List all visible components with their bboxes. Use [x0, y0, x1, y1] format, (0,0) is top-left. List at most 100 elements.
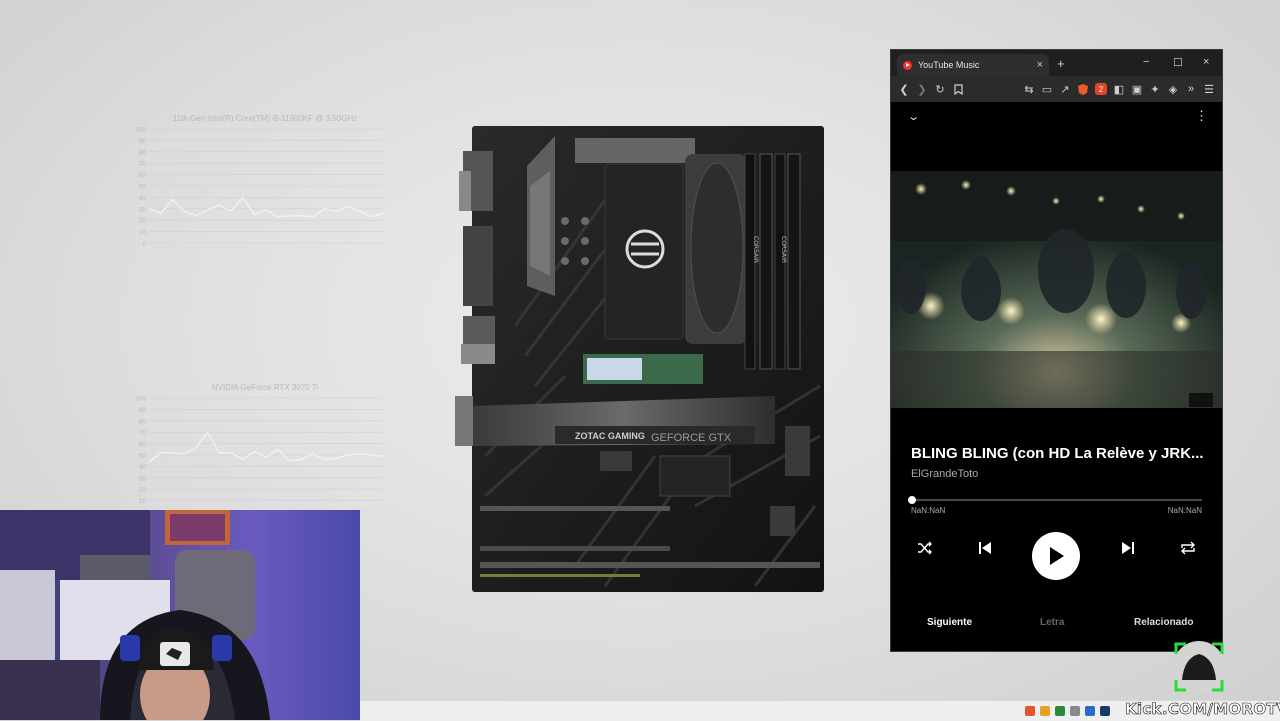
progress-handle[interactable]	[908, 496, 916, 504]
gpu-data-point	[230, 452, 232, 454]
gpu-data-point	[195, 447, 197, 449]
app-taskbar-icon[interactable]	[1055, 706, 1065, 716]
tab-siguiente[interactable]: Siguiente	[927, 617, 972, 628]
cpu-data-point	[242, 196, 244, 198]
gpu-data-point	[277, 448, 279, 450]
site-settings-icon[interactable]: ⇆	[1020, 80, 1038, 98]
webcam-feed	[0, 510, 360, 720]
kick-watermark: Kick.COM/MOROTVV	[1125, 700, 1280, 719]
cpu-y-tick-label: 100	[135, 127, 146, 134]
cpu-data-point	[265, 209, 267, 211]
leo-icon[interactable]: ✦	[1146, 80, 1164, 98]
previous-track-icon[interactable]	[973, 536, 997, 560]
gpu-y-tick-label: 30	[139, 475, 147, 482]
chevron-down-icon[interactable]: ⌄	[907, 110, 920, 123]
cpu-data-point	[160, 212, 162, 214]
gpu-y-tick-label: 10	[139, 498, 147, 505]
share-icon[interactable]: ↗	[1056, 80, 1074, 98]
gpu-brand-label: ZOTAC GAMING	[575, 431, 645, 441]
cpu-data-point	[370, 216, 372, 218]
forward-icon[interactable]: ❯	[913, 80, 931, 98]
settings-taskbar-icon[interactable]	[1070, 706, 1080, 716]
cpu-data-point	[253, 213, 255, 216]
gpu-data-point	[218, 452, 220, 454]
gpu-data-point	[183, 453, 185, 455]
cpu-data-point	[312, 216, 314, 218]
folder-taskbar-icon[interactable]	[1040, 706, 1050, 716]
steam-taskbar-icon[interactable]	[1100, 706, 1110, 716]
more-options-icon[interactable]: ⋮	[1195, 108, 1208, 124]
cpu-data-point	[171, 199, 173, 201]
streamer-avatar-overlay	[1173, 641, 1225, 693]
gpu-data-point	[253, 450, 255, 453]
gpu-data-point	[242, 458, 244, 461]
ram-label-1: CORSAIR	[752, 236, 759, 263]
cpu-y-tick-label: 40	[139, 195, 147, 202]
cpu-data-point	[347, 205, 349, 208]
gpu-data-point	[370, 454, 372, 456]
gpu-data-point	[160, 452, 162, 454]
gpu-data-point	[312, 453, 314, 455]
back-icon[interactable]: ❮	[895, 80, 913, 98]
cpu-y-tick-label: 60	[139, 172, 147, 179]
cast-icon[interactable]: ▭	[1038, 80, 1056, 98]
wallet-icon[interactable]: ▣	[1128, 80, 1146, 98]
brave-shield-icon[interactable]	[1074, 80, 1092, 98]
cpu-y-tick-label: 80	[139, 149, 147, 156]
progress-bar[interactable]	[911, 499, 1202, 501]
vpn-icon[interactable]: ◈	[1164, 80, 1182, 98]
sidebar-icon[interactable]: ◧	[1110, 80, 1128, 98]
gpu-y-tick-label: 60	[139, 441, 147, 448]
brave-taskbar-icon[interactable]	[1025, 706, 1035, 716]
gpu-model-label: GEFORCE GTX	[651, 432, 732, 444]
new-tab-button[interactable]: +	[1057, 56, 1065, 71]
shuffle-icon[interactable]	[913, 536, 937, 560]
gpu-y-tick-label: 50	[139, 453, 147, 460]
youtube-music-window: YouTube Music × + − ☐ × ❮ ❯ ↻ ⇆ ▭ ↗ 2 ◧ …	[890, 49, 1223, 652]
play-icon	[1050, 547, 1064, 565]
tab-youtube-music[interactable]: YouTube Music ×	[897, 54, 1049, 76]
gpu-data-point	[347, 454, 349, 456]
artist-name[interactable]: ElGrandeToto	[911, 468, 978, 480]
menu-icon[interactable]: ☰	[1200, 80, 1218, 98]
extension-badge: 2	[1095, 83, 1107, 95]
minimize-button[interactable]: −	[1143, 56, 1149, 68]
cpu-data-point	[335, 210, 337, 212]
gpu-y-tick-label: 80	[139, 418, 147, 425]
gpu-data-point	[359, 453, 361, 455]
gpu-data-point	[300, 458, 302, 461]
extension-icon[interactable]: 2	[1092, 80, 1110, 98]
gpu-data-point	[288, 460, 290, 462]
gpu-y-tick-label: 70	[139, 430, 147, 437]
cpu-data-point	[300, 215, 302, 217]
discord-taskbar-icon[interactable]	[1085, 706, 1095, 716]
repeat-icon[interactable]	[1176, 536, 1200, 560]
gpu-data-point	[335, 457, 337, 460]
next-track-icon[interactable]	[1116, 536, 1140, 560]
cpu-y-tick-label: 30	[139, 206, 147, 213]
tab-relacionado[interactable]: Relacionado	[1134, 617, 1193, 628]
gpu-data-point	[171, 452, 173, 454]
gpu-data-point	[148, 461, 150, 463]
close-window-button[interactable]: ×	[1203, 56, 1209, 68]
tab-close-icon[interactable]: ×	[1037, 59, 1043, 71]
cpu-chart-plot: 1009080706050403020100	[135, 127, 384, 248]
reload-icon[interactable]: ↻	[931, 80, 949, 98]
gpu-usage-chart: NVIDIA GeForce RTX 3070 Ti 100 90 80 70 60 50…	[135, 382, 385, 519]
time-total: NaN:NaN	[1167, 506, 1202, 515]
video-thumbnail[interactable]	[891, 171, 1222, 408]
cpu-data-point	[218, 204, 220, 206]
gpu-chart-title: NVIDIA GeForce RTX 3070 Ti	[211, 383, 319, 392]
ram-label-2: CORSAIR	[780, 236, 787, 263]
cpu-usage-chart: 11th Gen Intel(R) Core(TM) i9-11900KF @ …	[135, 113, 385, 250]
tab-letra[interactable]: Letra	[1040, 617, 1064, 628]
player-header: ⌄ ⋮	[891, 102, 1222, 134]
cpu-data-point	[382, 212, 384, 214]
cpu-data-point	[148, 208, 150, 210]
more-extensions-icon[interactable]: »	[1182, 80, 1200, 98]
play-button[interactable]	[1032, 532, 1080, 580]
bookmark-icon[interactable]	[949, 80, 967, 98]
maximize-button[interactable]: ☐	[1173, 56, 1183, 69]
cpu-y-tick-label: 20	[139, 218, 147, 225]
motherboard-image: CORSAIR CORSAIR ZOTAC GAMING GEFORCE GTX	[455, 126, 824, 592]
